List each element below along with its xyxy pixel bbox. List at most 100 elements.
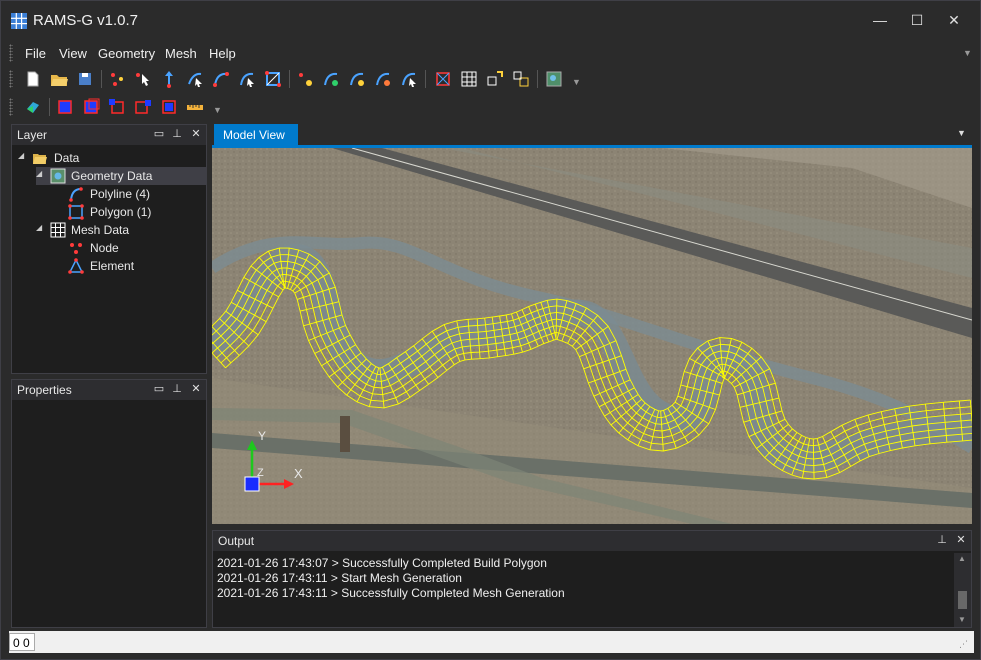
polygon-tool-icon[interactable]	[263, 69, 283, 89]
expand-arrow-icon[interactable]: ◢	[36, 169, 44, 178]
properties-panel-title: Properties	[17, 383, 72, 397]
mesh-import-icon[interactable]	[511, 69, 531, 89]
panel-float-icon[interactable]: ▭	[152, 382, 166, 396]
toolbar-grip-icon[interactable]	[9, 70, 13, 88]
panel-close-icon[interactable]: ✕	[189, 382, 203, 396]
view-front-icon[interactable]	[55, 97, 75, 117]
minimize-button[interactable]: —	[863, 7, 897, 33]
log-line: 2021-01-26 17:43:07 > Successfully Compl…	[217, 556, 547, 570]
tree-item-polygon[interactable]: Polygon (1)	[66, 203, 206, 221]
view-back-icon[interactable]	[81, 97, 101, 117]
add-node-icon[interactable]	[295, 69, 315, 89]
toolbar-separator	[425, 70, 426, 88]
view-left-icon[interactable]	[107, 97, 127, 117]
tree-item-label: Mesh Data	[71, 223, 130, 237]
background-image-icon[interactable]	[544, 69, 564, 89]
menu-geometry[interactable]: Geometry	[98, 46, 155, 61]
toolbar-separator	[537, 70, 538, 88]
menu-mesh[interactable]: Mesh	[165, 46, 197, 61]
delete-point-icon[interactable]	[185, 69, 205, 89]
resize-grip-icon[interactable]: ⋰	[959, 639, 968, 650]
tree-item-node[interactable]: Node	[66, 239, 206, 257]
expand-arrow-icon[interactable]: ◢	[18, 151, 26, 160]
scroll-thumb[interactable]	[958, 591, 967, 609]
view-top-icon[interactable]	[159, 97, 179, 117]
node-icon	[70, 243, 82, 254]
status-coordinates: 0 0	[9, 633, 35, 651]
layer-panel-title: Layer	[17, 128, 48, 142]
draw-polyline-icon[interactable]	[211, 69, 231, 89]
menu-view[interactable]: View	[59, 46, 87, 61]
axis-label-x: X	[294, 466, 303, 481]
menu-overflow-icon[interactable]: ▼	[963, 48, 972, 58]
panel-pin-icon[interactable]: ⊥	[935, 533, 949, 547]
menu-grip-icon[interactable]	[9, 44, 13, 62]
properties-panel: Properties ▭ ⊥ ✕	[11, 379, 207, 628]
output-panel-header: Output ⊥ ✕	[213, 531, 971, 551]
panel-close-icon[interactable]: ✕	[954, 533, 968, 547]
open-folder-icon[interactable]	[49, 69, 69, 89]
layer-panel-header: Layer ▭ ⊥ ✕	[12, 125, 206, 145]
expand-arrow-icon[interactable]: ◢	[36, 223, 44, 232]
bridge	[340, 416, 350, 452]
tree-item-geometry-data[interactable]: ◢ Geometry Data	[36, 167, 206, 185]
mesh-generate-icon[interactable]	[459, 69, 479, 89]
aerial-map-scene[interactable]: Y Z X	[212, 148, 972, 524]
panel-float-icon[interactable]: ▭	[152, 127, 166, 141]
tree-item-label: Polyline (4)	[90, 187, 151, 201]
layer-refresh-icon[interactable]	[23, 97, 43, 117]
tree-item-mesh-data[interactable]: ◢ Mesh Data	[36, 221, 206, 239]
maximize-button[interactable]: ☐	[900, 7, 934, 33]
spline-icon[interactable]	[321, 69, 341, 89]
log-line: 2021-01-26 17:43:11 > Successfully Compl…	[217, 586, 565, 600]
view-right-icon[interactable]	[133, 97, 153, 117]
spline-edit-icon[interactable]	[347, 69, 367, 89]
toolbar-separator	[101, 70, 102, 88]
map-layer-icon	[50, 168, 66, 184]
axis-label-y: Y	[258, 429, 266, 443]
panel-pin-icon[interactable]: ⊥	[170, 127, 184, 141]
panel-close-icon[interactable]: ✕	[189, 127, 203, 141]
move-point-icon[interactable]	[159, 69, 179, 89]
panel-pin-icon[interactable]: ⊥	[170, 382, 184, 396]
tree-item-data[interactable]: ◢ Data	[18, 149, 204, 167]
spline-select-icon[interactable]	[399, 69, 419, 89]
tree-item-label: Geometry Data	[71, 169, 153, 183]
toolbar-grip-icon[interactable]	[9, 98, 13, 116]
tree-item-polyline[interactable]: Polyline (4)	[66, 185, 206, 203]
properties-panel-header: Properties ▭ ⊥ ✕	[12, 380, 206, 400]
scroll-down-icon[interactable]: ▼	[958, 615, 966, 624]
save-icon[interactable]	[75, 69, 95, 89]
scroll-up-icon[interactable]: ▲	[958, 554, 966, 563]
ruler-icon[interactable]	[185, 97, 205, 117]
view-toolbar: ▼	[9, 95, 229, 119]
polygon-icon	[68, 204, 84, 220]
build-polygon-icon[interactable]	[433, 69, 453, 89]
z-axis-box-icon	[244, 476, 260, 492]
close-button[interactable]: ✕	[937, 7, 971, 33]
menu-help[interactable]: Help	[209, 46, 236, 61]
new-file-icon[interactable]	[23, 69, 43, 89]
tree-item-label: Element	[90, 259, 135, 273]
menu-bar: File View Geometry Mesh Help ▼	[9, 42, 974, 64]
menu-file[interactable]: File	[25, 46, 46, 61]
tab-dropdown-icon[interactable]: ▼	[957, 128, 966, 138]
tree-item-element[interactable]: Element	[66, 257, 206, 275]
polyline-icon	[69, 187, 83, 202]
toolbar-overflow-icon[interactable]: ▼	[213, 105, 222, 115]
log-line: 2021-01-26 17:43:11 > Start Mesh Generat…	[217, 571, 462, 585]
tab-model-view[interactable]: Model View	[214, 124, 298, 145]
add-point-icon[interactable]	[107, 69, 127, 89]
model-viewport[interactable]: Y Z X	[212, 148, 972, 524]
tree-item-label: Node	[90, 241, 119, 255]
mesh-export-icon[interactable]	[485, 69, 505, 89]
title-bar[interactable]: RAMS-G v1.0.7 — ☐ ✕	[1, 1, 980, 39]
edit-polyline-icon[interactable]	[237, 69, 257, 89]
spline-node-icon[interactable]	[373, 69, 393, 89]
toolbar-separator	[289, 70, 290, 88]
layer-tree: ◢ Data ◢ Geometry Data Polyline (4) Poly…	[12, 147, 206, 297]
select-point-icon[interactable]	[133, 69, 153, 89]
window-title: RAMS-G v1.0.7	[33, 12, 139, 29]
output-scrollbar[interactable]: ▲ ▼	[954, 553, 971, 627]
toolbar-overflow-icon[interactable]: ▼	[572, 77, 581, 87]
